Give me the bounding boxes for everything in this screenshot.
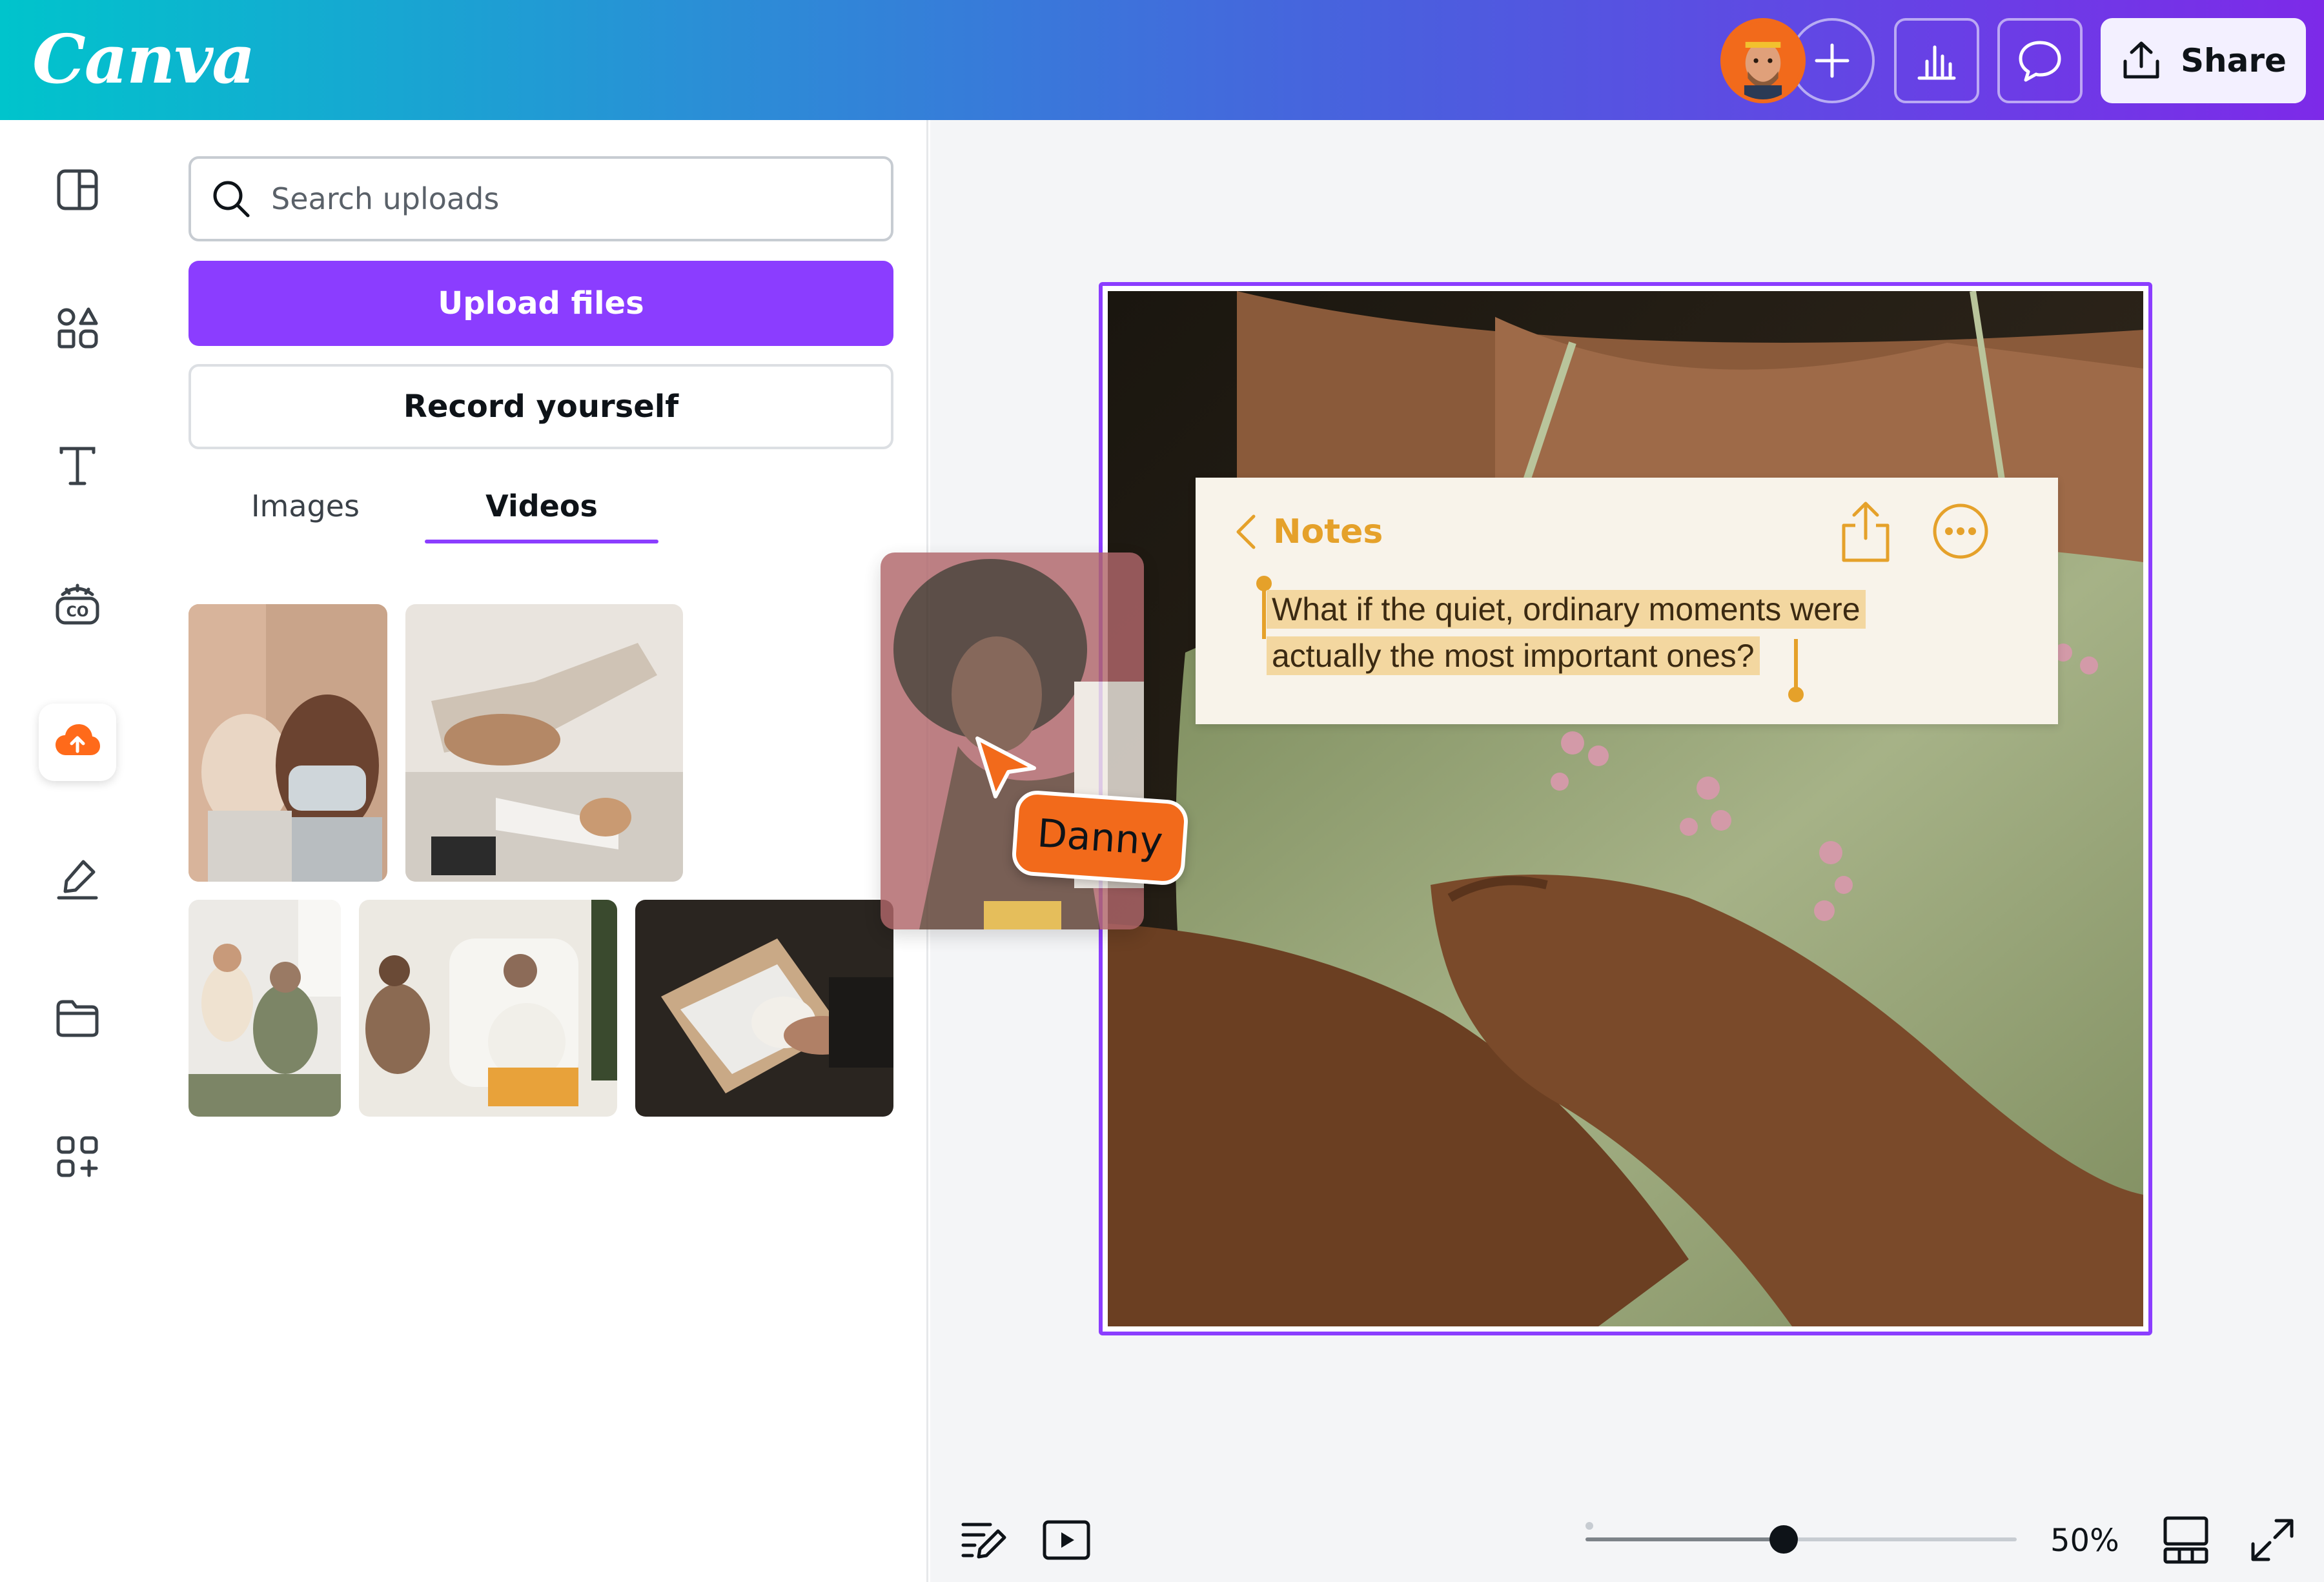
side-rail: CO xyxy=(0,120,155,1582)
tab-images[interactable]: Images xyxy=(189,469,422,543)
notes-back-button[interactable]: Notes xyxy=(1233,506,1383,558)
image-thumbnail[interactable] xyxy=(635,900,893,1117)
image-thumbnail[interactable] xyxy=(189,900,341,1117)
comment-icon xyxy=(2019,41,2061,82)
notes-line-1: What if the quiet, ordinary moments were xyxy=(1267,590,1866,629)
rail-uploads[interactable] xyxy=(39,704,116,781)
bar-chart-icon xyxy=(1917,45,1956,80)
apps-icon xyxy=(57,1136,98,1177)
zoom-slider-start xyxy=(1585,1522,1593,1530)
notes-card[interactable]: Notes What if the quiet, ordinary moment… xyxy=(1196,478,2058,724)
image-thumbnail[interactable] xyxy=(405,604,683,882)
search-input[interactable] xyxy=(271,181,852,216)
rail-draw[interactable] xyxy=(39,842,116,919)
more-options-icon[interactable] xyxy=(1932,502,1990,560)
fullscreen-expand-icon[interactable] xyxy=(2247,1514,2298,1566)
tab-videos[interactable]: Videos xyxy=(425,469,658,543)
rail-templates[interactable] xyxy=(39,151,116,228)
upload-files-button[interactable]: Upload files xyxy=(189,261,893,346)
design-page[interactable] xyxy=(1099,282,2152,1335)
image-thumbnail[interactable] xyxy=(189,604,387,882)
image-thumbnail[interactable] xyxy=(359,900,617,1117)
zoom-level-label[interactable]: 50% xyxy=(2050,1518,2119,1563)
uploads-panel: Upload files Record yourself Images Vide… xyxy=(155,120,1144,1582)
insights-button[interactable] xyxy=(1894,18,1979,103)
chevron-left-icon xyxy=(1236,514,1256,549)
plus-icon xyxy=(1815,43,1850,78)
notes-title: Notes xyxy=(1273,512,1383,551)
top-bar: Canva Share xyxy=(0,0,2324,120)
collaborator-cursor-icon xyxy=(975,736,1036,798)
design-photo[interactable] xyxy=(1108,291,2143,1326)
page-grid-view-icon[interactable] xyxy=(2160,1514,2212,1566)
record-yourself-button[interactable]: Record yourself xyxy=(189,364,893,449)
selection-handle-end[interactable] xyxy=(1787,639,1805,704)
brand-icon: CO xyxy=(56,583,99,625)
search-box[interactable] xyxy=(189,156,893,241)
share-label: Share xyxy=(2181,42,2287,79)
zoom-slider-track[interactable] xyxy=(1585,1537,2017,1541)
share-upload-icon xyxy=(2123,41,2159,79)
search-icon xyxy=(213,181,250,218)
zoom-slider-handle[interactable] xyxy=(1769,1525,1799,1554)
rail-projects[interactable] xyxy=(39,980,116,1057)
rail-elements[interactable] xyxy=(39,289,116,367)
notes-line-2: actually the most important ones? xyxy=(1267,636,1760,675)
user-avatar[interactable] xyxy=(1720,18,1806,103)
projects-folder-icon xyxy=(56,1000,99,1037)
share-button[interactable]: Share xyxy=(2101,18,2306,103)
rail-text[interactable] xyxy=(39,427,116,505)
notes-edit-icon[interactable] xyxy=(958,1514,1010,1566)
svg-text:CO: CO xyxy=(66,604,89,620)
collaborator-name-tag: Danny xyxy=(1010,789,1190,887)
canva-logo[interactable]: Canva xyxy=(32,14,256,105)
notes-share-icon[interactable] xyxy=(1839,500,1893,564)
templates-icon xyxy=(57,169,98,210)
elements-icon xyxy=(57,307,98,349)
zoom-slider-fill xyxy=(1585,1537,1784,1541)
present-play-icon[interactable] xyxy=(1041,1514,1092,1566)
text-icon xyxy=(59,447,96,485)
notes-body[interactable]: What if the quiet, ordinary moments were… xyxy=(1267,586,1938,679)
rail-apps[interactable] xyxy=(39,1118,116,1195)
draw-icon xyxy=(57,860,98,900)
comments-button[interactable] xyxy=(1997,18,2083,103)
rail-brand[interactable]: CO xyxy=(39,565,116,643)
uploads-icon xyxy=(56,724,100,755)
